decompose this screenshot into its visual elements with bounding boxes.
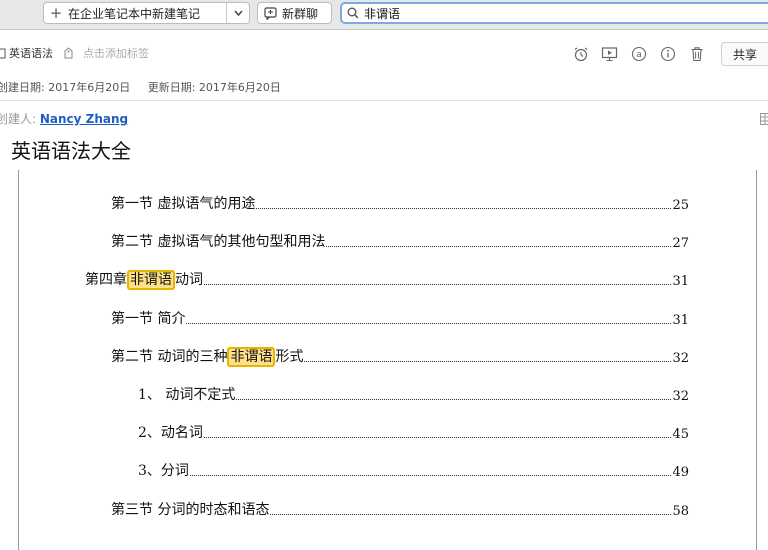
toc-entry: 第一节 简介 31 <box>111 308 689 328</box>
notebook-icon <box>0 48 6 59</box>
toc-entry-text: 1、 动词不定式 <box>138 384 235 404</box>
toc-leader-dots <box>186 322 671 324</box>
add-tag-placeholder: 点击添加标签 <box>83 45 149 61</box>
search-highlight: 非谓语 <box>227 347 275 367</box>
svg-text:a: a <box>636 50 642 60</box>
toc-entry-text: 第四章非谓语动词 <box>85 269 203 289</box>
author-label: 创建人: <box>0 112 36 126</box>
toc-entry-text: 第二节 虚拟语气的其他句型和用法 <box>111 231 325 251</box>
toc-entry-title: 1、 动词不定式 <box>138 387 235 403</box>
note-actions: a 共享 <box>566 42 768 66</box>
toc-entry-title-suffix: 形式 <box>275 349 303 365</box>
author-line: 创建人: Nancy Zhang <box>0 110 128 127</box>
reminder-alarm-icon[interactable] <box>566 46 595 62</box>
toc-entry-text: 3、分词 <box>138 460 189 480</box>
toc-leader-dots <box>236 398 671 400</box>
toc-entry-title: 3、分词 <box>138 463 189 479</box>
note-dates: 创建日期: 2017年6月20日 更新日期: 2017年6月20日 <box>0 79 295 95</box>
new-group-chat-label: 新群聊 <box>282 5 318 22</box>
toc-leader-dots <box>326 245 671 247</box>
toc-page-number: 27 <box>672 236 689 251</box>
toc-entry-title: 第三节 分词的时态和语态 <box>111 502 269 518</box>
toc-page-number: 31 <box>672 313 689 328</box>
author-link[interactable]: Nancy Zhang <box>40 112 128 126</box>
toolbar: + 在企业笔记本中新建笔记 新群聊 非谓语 <box>0 0 768 30</box>
toc-entry-text: 第一节 虚拟语气的用途 <box>111 193 255 213</box>
toc-page-number: 25 <box>672 198 689 213</box>
toc-leader-dots <box>190 474 672 476</box>
created-date: 创建日期: 2017年6月20日 <box>0 81 130 94</box>
notebook-name: 英语语法 <box>9 45 53 61</box>
toc-entry: 第三节 分词的时态和语态 58 <box>111 499 689 519</box>
toc-page-number: 31 <box>672 274 689 289</box>
attachment-document[interactable]: 第一节 虚拟语气的用途25第二节 虚拟语气的其他句型和用法27第四章非谓语动词3… <box>18 170 757 550</box>
toc-entry: 第四章非谓语动词 31 <box>85 269 689 289</box>
search-input[interactable]: 非谓语 <box>340 2 768 24</box>
trash-icon[interactable] <box>682 46 711 62</box>
toc-page-number: 32 <box>672 389 689 404</box>
toc-page-number: 45 <box>672 427 689 442</box>
tag-icon <box>63 47 74 59</box>
table-grid-icon[interactable] <box>760 110 768 129</box>
share-button[interactable]: 共享 <box>721 42 768 66</box>
toc-entry-title: 第一节 简介 <box>111 311 185 327</box>
toc-entry-title: 第一节 虚拟语气的用途 <box>111 196 255 212</box>
toc-entry-text: 第二节 动词的三种非谓语形式 <box>111 346 303 366</box>
work-chat-at-icon[interactable]: a <box>624 46 653 62</box>
toc-entry: 第二节 动词的三种非谓语形式 32 <box>111 346 689 366</box>
toc-page-number: 49 <box>672 465 689 480</box>
toc-entry-title: 第二节 虚拟语气的其他句型和用法 <box>111 234 325 250</box>
add-tag-field[interactable]: 点击添加标签 <box>63 45 149 61</box>
search-highlight: 非谓语 <box>127 270 175 290</box>
new-group-chat-button[interactable]: 新群聊 <box>257 2 332 24</box>
toc-entry-title: 第四章 <box>85 272 127 288</box>
toc-entry: 1、 动词不定式 32 <box>138 384 689 404</box>
toc-entry-title: 2、动名词 <box>138 425 203 441</box>
toc-leader-dots <box>270 513 671 515</box>
toc-entry: 2、动名词 45 <box>138 422 689 442</box>
toc-entry-text: 第三节 分词的时态和语态 <box>111 499 269 519</box>
search-value: 非谓语 <box>364 5 400 22</box>
chevron-down-icon[interactable] <box>226 3 249 23</box>
toc-entry-text: 第一节 简介 <box>111 308 185 328</box>
toc-entry-text: 2、动名词 <box>138 422 203 442</box>
new-note-label: 在企业笔记本中新建笔记 <box>68 5 226 22</box>
toc-entry: 第二节 虚拟语气的其他句型和用法 27 <box>111 231 689 251</box>
plus-icon: + <box>44 4 68 22</box>
toc-page-number: 32 <box>672 351 689 366</box>
chat-icon <box>258 7 282 20</box>
toc-entry-title-suffix: 动词 <box>175 272 203 288</box>
info-icon[interactable] <box>653 46 682 62</box>
presentation-icon[interactable] <box>595 46 624 62</box>
note-header: 英语语法 点击添加标签 a 共享 创建日期: 2017年6月20日 更新日期: … <box>0 30 768 101</box>
toc-page-number: 58 <box>672 504 689 519</box>
toc-leader-dots <box>204 436 672 438</box>
toc-entry: 第一节 虚拟语气的用途 25 <box>111 193 689 213</box>
search-icon <box>342 7 364 19</box>
note-title[interactable]: 英语语法大全 <box>11 135 131 164</box>
toc-leader-dots <box>256 207 671 209</box>
toc-leader-dots <box>204 283 671 285</box>
notebook-selector[interactable]: 英语语法 <box>0 45 53 61</box>
toc-leader-dots <box>304 360 671 362</box>
new-note-button[interactable]: + 在企业笔记本中新建笔记 <box>43 2 250 24</box>
updated-date: 更新日期: 2017年6月20日 <box>148 81 281 94</box>
toc-entry-title: 第二节 动词的三种 <box>111 349 227 365</box>
toc-entry: 3、分词 49 <box>138 460 689 480</box>
